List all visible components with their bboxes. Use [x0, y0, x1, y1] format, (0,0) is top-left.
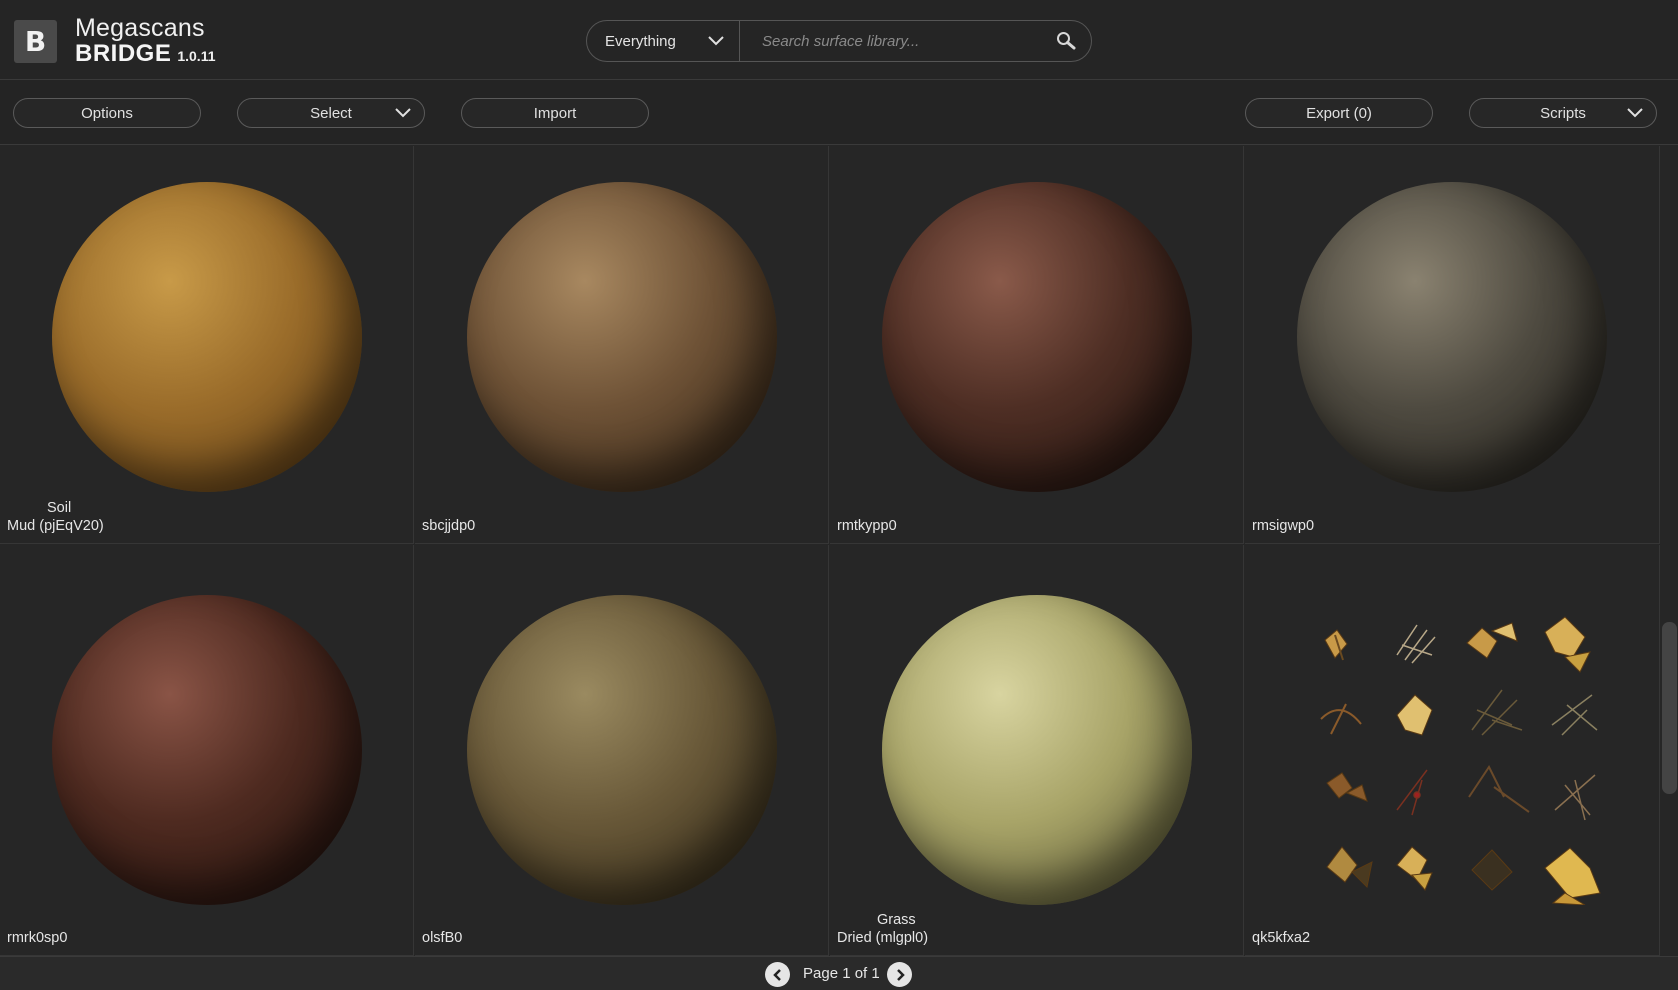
asset-name: qk5kfxa2	[1252, 929, 1311, 946]
bridge-logo-icon: B	[14, 20, 57, 63]
asset-name: rmsigwp0	[1252, 517, 1315, 534]
asset-category: Soil	[47, 500, 72, 517]
asset-name: sbcjjdp0	[422, 517, 476, 534]
asset-preview	[882, 595, 1192, 905]
search-icon	[1057, 32, 1076, 50]
export-button[interactable]: Export (0)	[1245, 98, 1433, 128]
app-header: B Megascans BRIDGE 1.0.11 Everything	[0, 0, 1678, 80]
select-dropdown-label: Select	[310, 104, 352, 122]
next-page-button[interactable]	[887, 962, 912, 987]
search-bar: Everything	[586, 20, 1092, 62]
asset-preview	[52, 595, 362, 905]
asset-name: Mud (pjEqV20)	[7, 517, 104, 534]
asset-preview	[467, 595, 777, 905]
scripts-dropdown-label: Scripts	[1540, 104, 1586, 122]
asset-name: rmrk0sp0	[7, 929, 68, 946]
scripts-dropdown[interactable]: Scripts	[1469, 98, 1657, 128]
asset-label: rmrk0sp0	[7, 930, 67, 947]
category-dropdown-label: Everything	[605, 32, 676, 50]
asset-name: Dried (mlgpl0)	[837, 929, 929, 946]
asset-tile[interactable]: rmtkypp0	[830, 146, 1244, 544]
export-button-label: Export (0)	[1306, 104, 1372, 122]
category-dropdown[interactable]: Everything	[587, 21, 740, 61]
asset-preview	[52, 182, 362, 492]
asset-tile[interactable]: sbcjjdp0	[415, 146, 829, 544]
asset-label: rmsigwp0	[1252, 518, 1314, 535]
page-indicator: Page 1 of 1	[803, 965, 880, 982]
asset-tile[interactable]: olsfB0	[415, 545, 829, 956]
asset-preview	[467, 182, 777, 492]
atlas-preview	[1320, 616, 1601, 905]
asset-label: rmtkypp0	[837, 518, 897, 535]
asset-name: olsfB0	[422, 929, 463, 946]
version-label: 1.0.11	[177, 48, 216, 64]
chevron-right-icon	[896, 968, 905, 981]
asset-tile[interactable]: Soil Mud (pjEqV20)	[0, 146, 414, 544]
asset-label: Soil Mud (pjEqV20)	[7, 500, 104, 535]
brand: Megascans BRIDGE 1.0.11	[75, 16, 216, 66]
asset-tile[interactable]: rmsigwp0	[1245, 146, 1660, 544]
prev-page-button[interactable]	[765, 962, 790, 987]
asset-tile[interactable]: qk5kfxa2	[1245, 545, 1660, 956]
asset-tile[interactable]: Grass Dried (mlgpl0)	[830, 545, 1244, 956]
options-button[interactable]: Options	[13, 98, 201, 128]
vertical-scrollbar[interactable]	[1661, 146, 1678, 956]
brand-name: Megascans	[75, 14, 205, 42]
asset-label: Grass Dried (mlgpl0)	[837, 912, 928, 947]
asset-label: qk5kfxa2	[1252, 930, 1310, 947]
options-button-label: Options	[81, 104, 133, 122]
import-button[interactable]: Import	[461, 98, 649, 128]
product-name: BRIDGE 1.0.11	[75, 40, 216, 67]
asset-label: sbcjjdp0	[422, 518, 475, 535]
pagination-bar: Page 1 of 1	[0, 956, 1678, 990]
chevron-down-icon	[395, 108, 411, 118]
chevron-down-icon	[1627, 108, 1643, 118]
toolbar: Options Select Import Export (0) Scripts	[0, 80, 1678, 145]
asset-preview	[1297, 182, 1607, 492]
asset-name: rmtkypp0	[837, 517, 897, 534]
asset-grid: Soil Mud (pjEqV20) sbcjjdp0 rmtkypp0 rmsi…	[0, 146, 1660, 956]
asset-tile[interactable]: rmrk0sp0	[0, 545, 414, 956]
asset-category: Grass	[877, 912, 916, 929]
search-button[interactable]	[1041, 21, 1091, 61]
asset-label: olsfB0	[422, 930, 462, 947]
search-input[interactable]	[740, 21, 1041, 61]
chevron-left-icon	[772, 968, 781, 981]
scrollbar-thumb[interactable]	[1662, 622, 1677, 794]
import-button-label: Import	[533, 104, 577, 122]
asset-preview	[882, 182, 1192, 492]
select-dropdown[interactable]: Select	[237, 98, 425, 128]
chevron-down-icon	[708, 36, 724, 46]
